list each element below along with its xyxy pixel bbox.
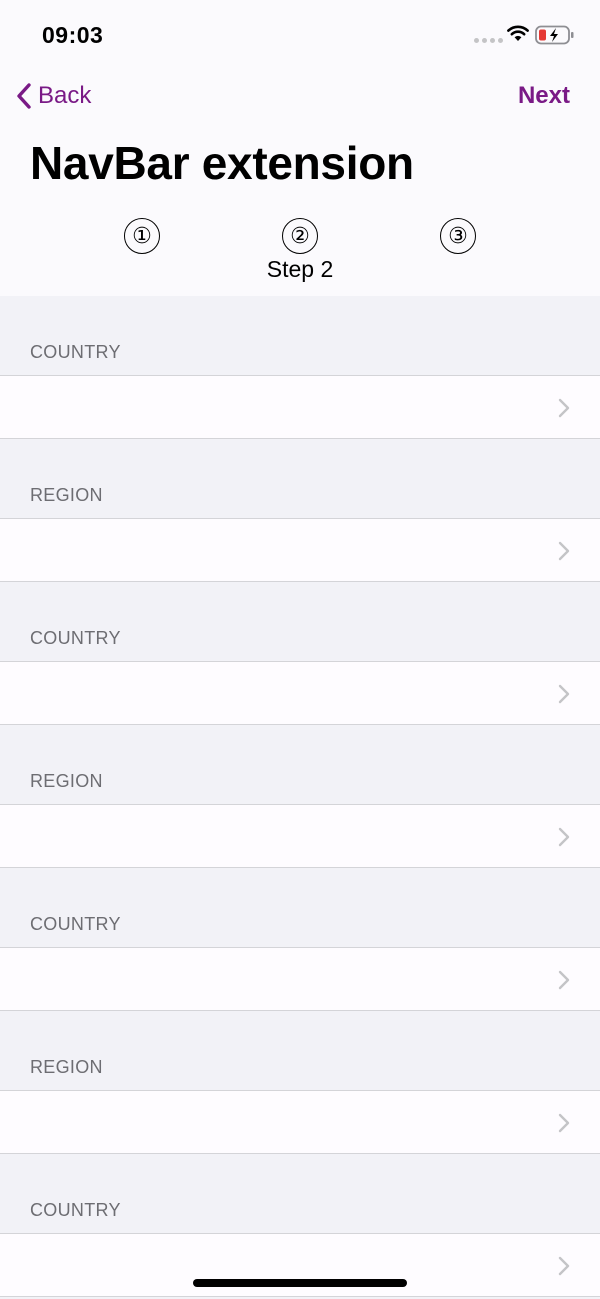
status-time: 09:03 — [42, 22, 104, 48]
chevron-left-icon — [17, 83, 31, 109]
section-header-country: COUNTRY — [0, 868, 600, 948]
section-header-country: COUNTRY — [0, 582, 600, 662]
step-3[interactable]: ③ — [440, 218, 476, 254]
back-button[interactable]: Back — [16, 78, 91, 114]
form-list: COUNTRY REGION COUNTRY REGION COUNTRY RE… — [0, 296, 600, 1297]
step-2[interactable]: ② — [282, 218, 318, 254]
chevron-right-icon — [558, 1256, 570, 1276]
step-1-label: ① — [132, 223, 152, 248]
section-header-label: COUNTRY — [30, 914, 121, 934]
page-title: NavBar extension — [30, 137, 414, 189]
wifi-icon — [507, 25, 529, 41]
section-header-label: REGION — [30, 771, 103, 791]
step-1[interactable]: ① — [124, 218, 160, 254]
step-3-label: ③ — [448, 223, 468, 248]
section-header-region: REGION — [0, 439, 600, 519]
step-caption: Step 2 — [266, 256, 334, 282]
country-row[interactable] — [0, 1234, 600, 1297]
region-row[interactable] — [0, 1091, 600, 1154]
section-header-label: COUNTRY — [30, 342, 121, 362]
chevron-right-icon — [558, 398, 570, 418]
chevron-right-icon — [558, 970, 570, 990]
region-row[interactable] — [0, 805, 600, 868]
section-header-label: REGION — [30, 485, 103, 505]
back-button-label: Back — [38, 82, 92, 109]
chevron-right-icon — [558, 684, 570, 704]
next-button[interactable]: Next — [518, 82, 570, 110]
chevron-right-icon — [558, 541, 570, 561]
section-header-label: COUNTRY — [30, 628, 121, 648]
section-header-country: COUNTRY — [0, 296, 600, 376]
step-2-label: ② — [290, 223, 310, 248]
section-header-region: REGION — [0, 725, 600, 805]
chevron-right-icon — [558, 827, 570, 847]
home-indicator[interactable] — [193, 1279, 407, 1287]
navigation-header: 09:03 Back Next NavBar extension ① ② ③ S… — [0, 0, 600, 296]
region-row[interactable] — [0, 519, 600, 582]
section-header-region: REGION — [0, 1011, 600, 1091]
section-header-country: COUNTRY — [0, 1154, 600, 1234]
battery-charging-icon — [535, 25, 574, 45]
country-row[interactable] — [0, 376, 600, 439]
signal-dots-icon — [474, 38, 503, 43]
section-header-label: COUNTRY — [30, 1200, 121, 1220]
country-row[interactable] — [0, 948, 600, 1011]
section-header-label: REGION — [30, 1057, 103, 1077]
status-bar: 09:03 — [0, 0, 600, 70]
chevron-right-icon — [558, 1113, 570, 1133]
country-row[interactable] — [0, 662, 600, 725]
